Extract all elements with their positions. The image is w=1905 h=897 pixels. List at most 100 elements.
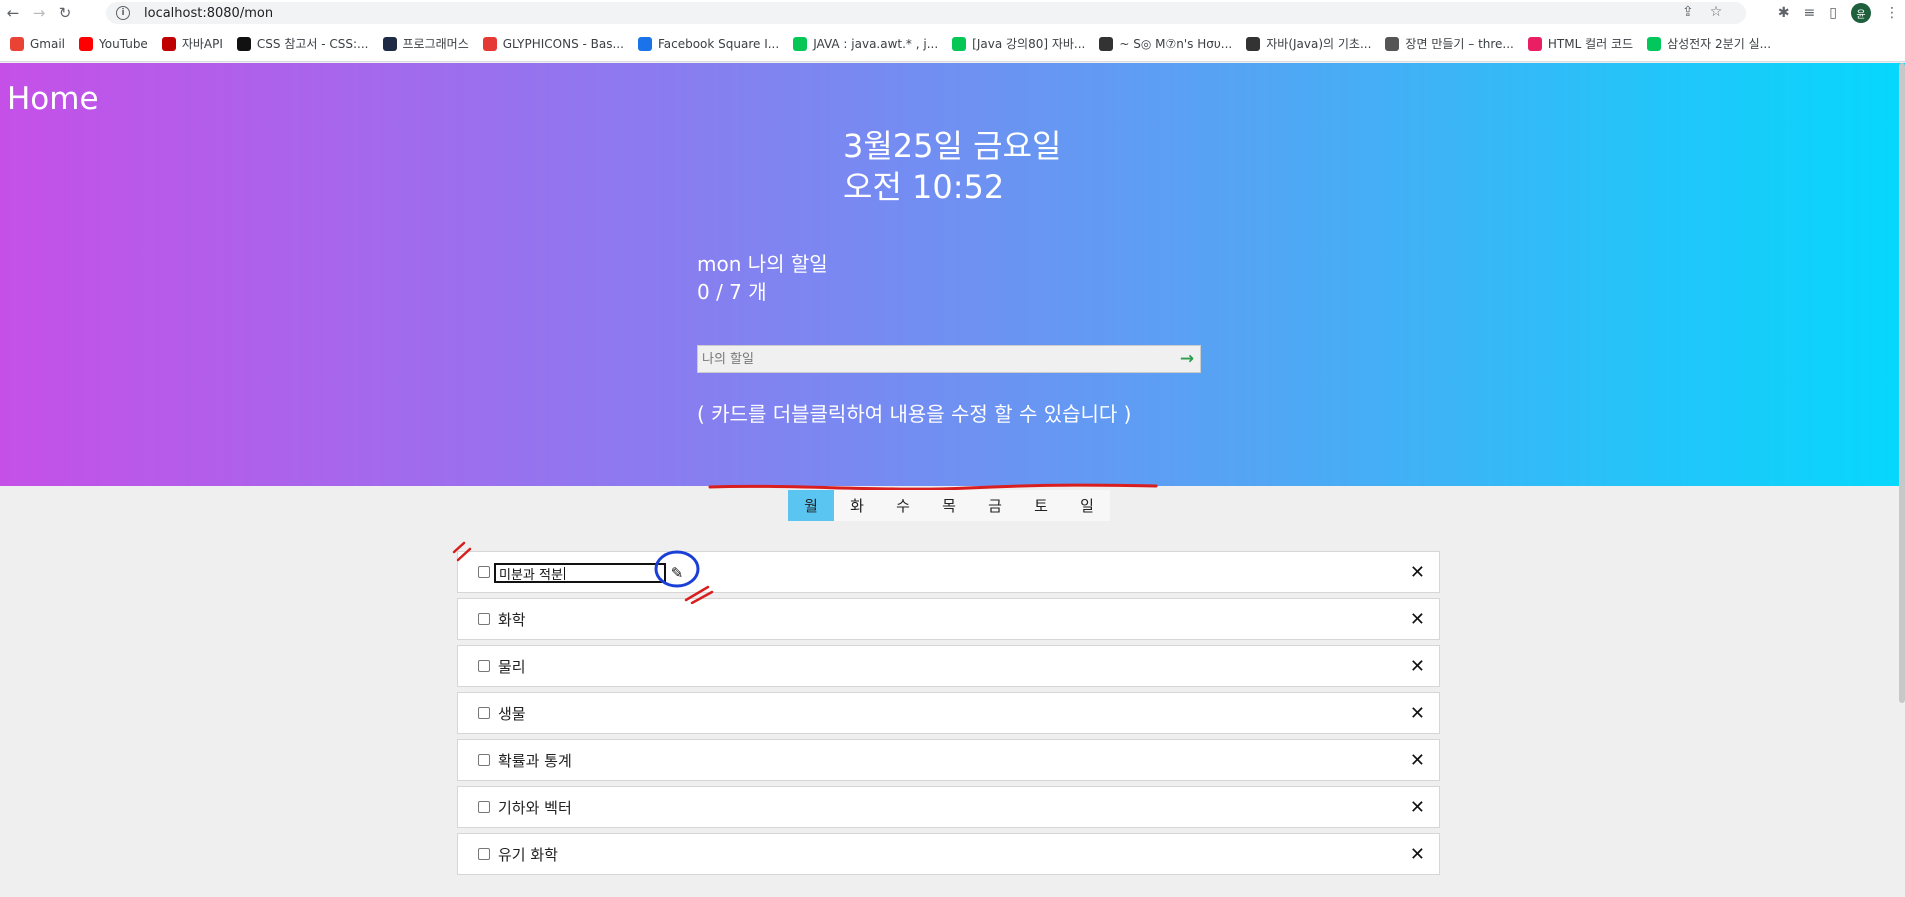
delete-icon[interactable]: ✕ xyxy=(1410,703,1425,724)
bookmark-item[interactable]: YouTube xyxy=(79,36,148,51)
submit-arrow-icon[interactable]: → xyxy=(1174,346,1200,372)
task-checkbox[interactable] xyxy=(478,848,490,860)
profile-avatar[interactable]: 윤 xyxy=(1851,3,1871,23)
delete-icon[interactable]: ✕ xyxy=(1410,750,1425,771)
home-title[interactable]: Home xyxy=(7,81,99,117)
task-card[interactable]: 생물 ✕ xyxy=(457,692,1440,734)
task-card[interactable]: 유기 화학 ✕ xyxy=(457,833,1440,875)
date-display: 3월25일 금요일 xyxy=(843,127,1062,165)
task-checkbox[interactable] xyxy=(478,707,490,719)
bookmark-favicon-icon xyxy=(637,36,652,51)
task-card[interactable]: 기하와 벡터 ✕ xyxy=(457,786,1440,828)
bookmark-item[interactable]: HTML 컬러 코드 xyxy=(1527,35,1634,52)
todo-count: 0 / 7 개 xyxy=(697,280,767,304)
site-info-icon[interactable]: i xyxy=(116,6,130,20)
bookmark-label: 자바(Java)의 기초... xyxy=(1266,37,1372,51)
task-label: 생물 xyxy=(498,704,526,723)
bookmark-favicon-icon xyxy=(1385,36,1400,51)
task-label: 확률과 통계 xyxy=(498,751,572,770)
bookmark-item[interactable]: 삼성전자 2분기 실... xyxy=(1647,35,1771,52)
task-label: 기하와 벡터 xyxy=(498,798,572,817)
task-edit-input[interactable]: 미분과 적분 xyxy=(494,563,666,583)
bookmark-label: [Java 강의80] 자바... xyxy=(972,37,1086,51)
hero-banner: Home 3월25일 금요일 오전 10:52 mon 나의 할일 0 / 7 … xyxy=(0,63,1905,491)
bookmark-item[interactable]: ~ S◎ M⑦n's Hσυ... xyxy=(1099,36,1232,51)
bookmark-label: CSS 참고서 - CSS:... xyxy=(256,37,369,51)
todo-input[interactable] xyxy=(698,346,1174,372)
bookmark-item[interactable]: Facebook Square I... xyxy=(637,36,780,51)
todo-title: mon 나의 할일 xyxy=(697,252,828,276)
bookmark-item[interactable]: 장면 만들기 – thre... xyxy=(1385,35,1514,52)
delete-icon[interactable]: ✕ xyxy=(1410,844,1425,865)
bookmark-favicon-icon xyxy=(952,36,967,51)
time-display: 오전 10:52 xyxy=(843,168,1005,206)
bookmark-label: 삼성전자 2분기 실... xyxy=(1667,37,1772,51)
bookmark-favicon-icon xyxy=(482,36,497,51)
bookmark-favicon-icon xyxy=(793,36,808,51)
share-icon[interactable]: ⇪ xyxy=(1682,4,1694,20)
bookmark-item[interactable]: GLYPHICONS - Bas... xyxy=(482,36,624,51)
reload-icon[interactable]: ↻ xyxy=(52,0,78,26)
bookmark-favicon-icon xyxy=(10,36,24,51)
bookmarks-bar: Gmail YouTube 자바API CSS 참고서 - CSS:... 프로그래머스… xyxy=(0,26,1905,62)
task-checkbox[interactable] xyxy=(478,613,490,625)
delete-icon[interactable]: ✕ xyxy=(1410,656,1425,677)
task-label: 유기 화학 xyxy=(498,845,558,864)
task-checkbox[interactable] xyxy=(478,754,490,766)
address-bar[interactable]: i localhost:8080/mon xyxy=(106,2,1746,24)
bookmark-favicon-icon xyxy=(1246,36,1261,51)
bookmark-label: 장면 만들기 – thre... xyxy=(1405,37,1514,51)
bookmark-favicon-icon xyxy=(1647,36,1662,51)
task-checkbox[interactable] xyxy=(478,566,490,578)
bookmark-favicon-icon xyxy=(382,36,397,51)
bookmark-favicon-icon xyxy=(79,36,94,51)
bookmark-label: JAVA : java.awt.* , j... xyxy=(813,36,939,51)
bookmark-label: 프로그래머스 xyxy=(402,37,469,51)
task-list: 미분과 적분 ✎ ✕ 화학 ✕ 물리 ✕ 생물 ✕ 확률과 통계 ✕ 기하와 벡터 ✕ 유기 화학 ✕ xyxy=(457,551,1440,880)
task-label: 화학 xyxy=(498,610,526,629)
task-checkbox[interactable] xyxy=(478,801,490,813)
bookmark-item[interactable]: [Java 강의80] 자바... xyxy=(952,35,1085,52)
day-tab[interactable]: 화 xyxy=(834,490,880,521)
task-card[interactable]: 화학 ✕ xyxy=(457,598,1440,640)
task-checkbox[interactable] xyxy=(478,660,490,672)
task-card-editing[interactable]: 미분과 적분 ✎ ✕ xyxy=(457,551,1440,593)
day-tab[interactable]: 금 xyxy=(972,490,1018,521)
bookmark-item[interactable]: 자바API xyxy=(161,35,223,52)
bookmark-label: YouTube xyxy=(99,36,148,51)
task-label: 물리 xyxy=(498,657,526,676)
delete-icon[interactable]: ✕ xyxy=(1410,609,1425,630)
bookmark-favicon-icon xyxy=(161,36,176,51)
forward-icon[interactable]: → xyxy=(26,0,52,26)
bookmark-item[interactable]: Gmail xyxy=(10,36,66,51)
pencil-icon[interactable]: ✎ xyxy=(666,562,688,584)
delete-icon[interactable]: ✕ xyxy=(1410,562,1425,583)
menu-icon[interactable]: ⋮ xyxy=(1885,5,1899,21)
task-card[interactable]: 확률과 통계 ✕ xyxy=(457,739,1440,781)
bookmark-item[interactable]: JAVA : java.awt.* , j... xyxy=(793,36,939,51)
bookmark-favicon-icon xyxy=(1527,36,1542,51)
edit-hint: ( 카드를 더블클릭하여 내용을 수정 할 수 있습니다 ) xyxy=(697,402,1132,426)
bookmark-item[interactable]: 자바(Java)의 기초... xyxy=(1246,35,1371,52)
bookmark-item[interactable]: 프로그래머스 xyxy=(382,35,469,52)
bookmark-star-icon[interactable]: ☆ xyxy=(1710,4,1723,20)
day-tabs: 월화수목금토일 xyxy=(788,490,1110,521)
extensions-icon[interactable]: ✱ xyxy=(1778,5,1790,21)
day-tab[interactable]: 토 xyxy=(1018,490,1064,521)
bookmark-favicon-icon xyxy=(236,36,251,51)
day-tab[interactable]: 월 xyxy=(788,490,834,521)
delete-icon[interactable]: ✕ xyxy=(1410,797,1425,818)
bookmark-label: HTML 컬러 코드 xyxy=(1547,37,1634,51)
reading-list-icon[interactable]: ≡ xyxy=(1804,5,1816,21)
page-scrollbar[interactable] xyxy=(1899,63,1905,703)
side-panel-icon[interactable]: ▯ xyxy=(1829,5,1837,21)
task-card[interactable]: 물리 ✕ xyxy=(457,645,1440,687)
bookmark-label: Gmail xyxy=(30,36,66,51)
day-tab[interactable]: 목 xyxy=(926,490,972,521)
day-tab[interactable]: 수 xyxy=(880,490,926,521)
bookmark-label: Facebook Square I... xyxy=(657,36,780,51)
day-tab[interactable]: 일 xyxy=(1064,490,1110,521)
bookmark-label: 자바API xyxy=(181,37,223,51)
back-icon[interactable]: ← xyxy=(0,0,26,26)
bookmark-item[interactable]: CSS 참고서 - CSS:... xyxy=(236,35,369,52)
